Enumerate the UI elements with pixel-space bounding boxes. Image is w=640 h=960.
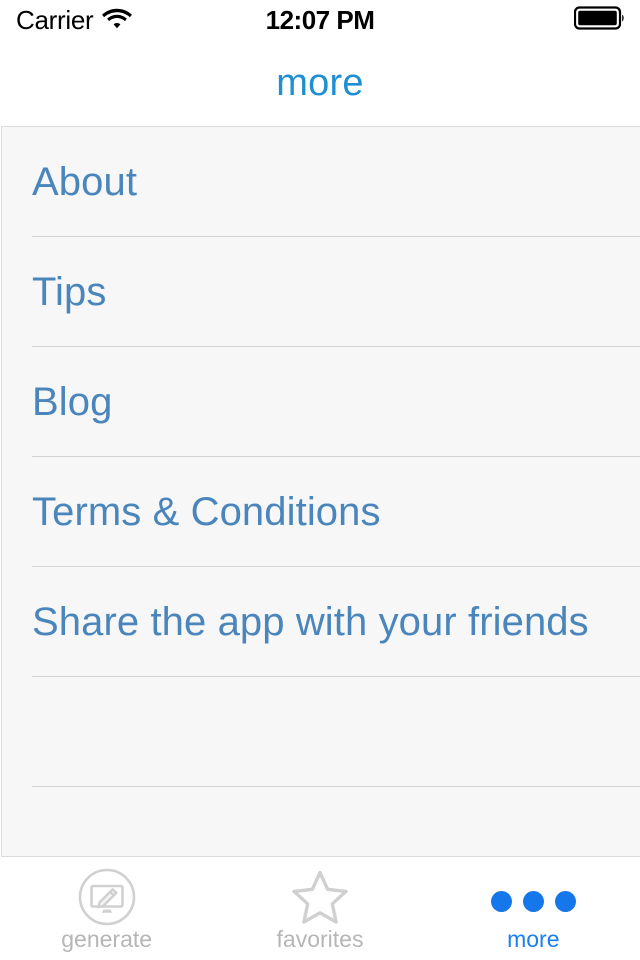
tab-favorites-label: favorites: [276, 926, 364, 952]
list-item-label: Share the app with your friends: [32, 600, 589, 644]
three-dots-icon: [490, 867, 576, 927]
status-bar-left: Carrier: [16, 5, 133, 35]
page-title: more: [276, 62, 364, 104]
tab-more[interactable]: more: [427, 858, 640, 960]
list-item-empty[interactable]: [2, 677, 640, 787]
tab-favorites[interactable]: favorites: [213, 858, 426, 960]
list-item-label: Tips: [32, 270, 107, 314]
list-item-label: About: [32, 160, 138, 204]
list-item-label: Terms & Conditions: [32, 490, 381, 534]
dot-3: [554, 890, 576, 912]
dot-2: [522, 890, 544, 912]
tab-bar: generate favorites more: [0, 858, 640, 960]
tab-generate[interactable]: generate: [0, 858, 213, 960]
list-item[interactable]: Share the app with your friends: [2, 567, 640, 677]
list-item[interactable]: Tips: [2, 237, 640, 347]
nav-bar: more: [0, 40, 640, 126]
status-bar-right: [573, 5, 626, 35]
battery-full-icon: [573, 5, 626, 35]
more-menu-list[interactable]: About Tips Blog Terms & Conditions Share…: [1, 126, 640, 857]
tab-generate-label: generate: [61, 926, 153, 952]
carrier-label: Carrier: [16, 5, 94, 35]
dot-1: [490, 890, 512, 912]
star-outline-icon: [290, 867, 350, 927]
list-item-empty[interactable]: [2, 787, 640, 856]
list-item[interactable]: About: [2, 127, 640, 237]
status-bar: Carrier 12:07 PM: [0, 0, 640, 40]
list-item[interactable]: Terms & Conditions: [2, 457, 640, 567]
tab-more-label: more: [507, 926, 560, 952]
wifi-icon: [102, 7, 133, 34]
list-item[interactable]: Blog: [2, 347, 640, 457]
monitor-pencil-circle-icon: [77, 867, 137, 927]
list-item-label: Blog: [32, 380, 113, 424]
clock-label: 12:07 PM: [265, 4, 375, 35]
